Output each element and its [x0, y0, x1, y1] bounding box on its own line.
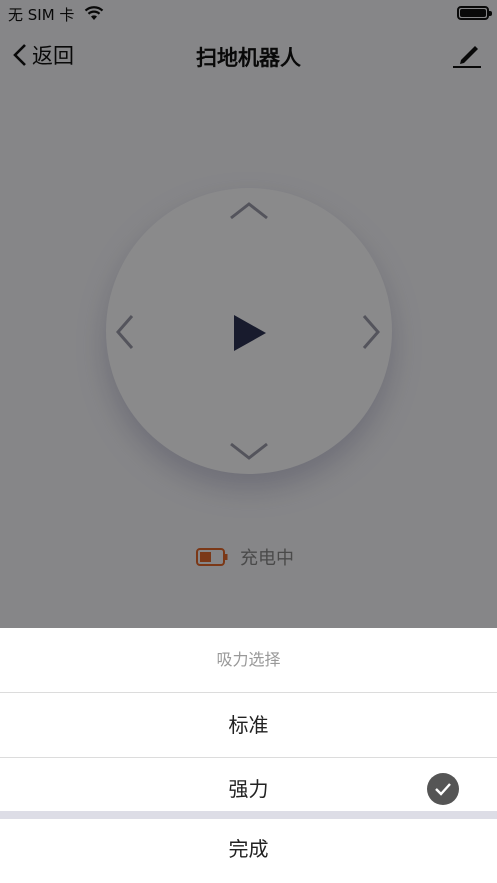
- option-label: 强力: [228, 777, 269, 801]
- sheet-title: 吸力选择: [0, 628, 497, 693]
- sheet-separator: [0, 811, 497, 819]
- checkmark-icon: [427, 773, 459, 805]
- option-label: 标准: [228, 713, 269, 737]
- done-button[interactable]: 完成: [0, 819, 497, 883]
- option-standard[interactable]: 标准: [0, 693, 497, 758]
- suction-action-sheet: 吸力选择 标准 强力 完成: [0, 628, 497, 883]
